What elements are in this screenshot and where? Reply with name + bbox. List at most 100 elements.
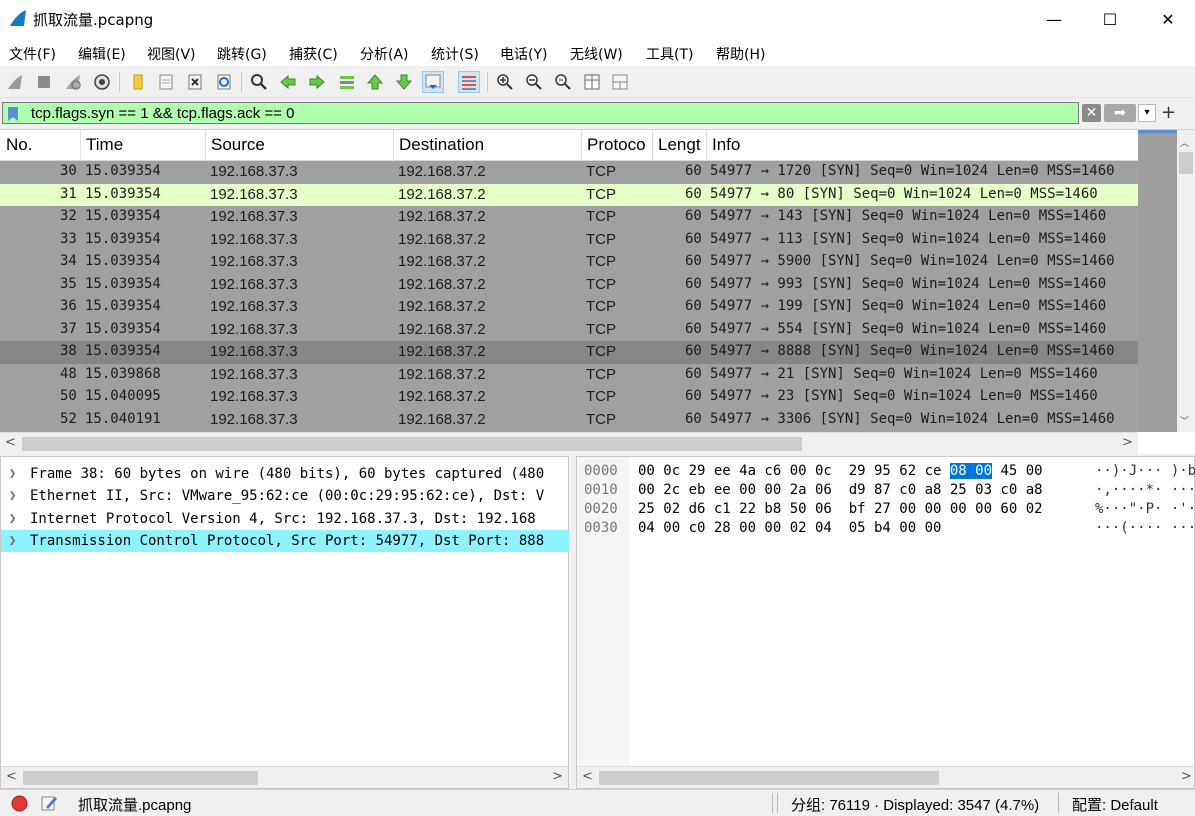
packet-row[interactable]: 34 15.039354 192.168.37.3 192.168.37.2 T… [0, 251, 1138, 274]
packet-row[interactable]: 33 15.039354 192.168.37.3 192.168.37.2 T… [0, 228, 1138, 251]
capture-comment-icon[interactable] [40, 794, 58, 812]
cell-protocol: TCP [586, 298, 616, 315]
bookmark-icon[interactable] [7, 106, 19, 122]
clear-filter-icon[interactable]: ✕ [1082, 104, 1101, 122]
col-header-time[interactable]: Time [86, 135, 123, 155]
menu-edit[interactable]: 编辑(E) [78, 42, 126, 66]
maximize-button[interactable]: ☐ [1087, 0, 1133, 38]
packet-row[interactable]: 35 15.039354 192.168.37.3 192.168.37.2 T… [0, 273, 1138, 296]
scroll-left-icon[interactable]: < [582, 769, 593, 784]
hex-bytes: 00 2c eb ee 00 00 2a 06 d9 87 c0 a8 25 0… [638, 482, 1043, 498]
hex-line[interactable]: 0000 00 0c 29 ee 4a c6 00 0c 29 95 62 ce… [577, 463, 1195, 482]
go-to-packet-icon[interactable] [336, 71, 358, 93]
col-header-no[interactable]: No. [6, 135, 32, 155]
apply-filter-icon[interactable]: ➡ [1104, 104, 1136, 122]
col-header-info[interactable]: Info [712, 135, 740, 155]
expand-arrow-icon[interactable]: ❯ [9, 511, 16, 525]
expand-arrow-icon[interactable]: ❯ [9, 466, 16, 480]
packet-row[interactable]: 50 15.040095 192.168.37.3 192.168.37.2 T… [0, 386, 1138, 409]
expert-info-icon[interactable] [11, 795, 28, 812]
menu-help[interactable]: 帮助(H) [716, 42, 765, 66]
menu-wireless[interactable]: 无线(W) [570, 42, 623, 66]
zoom-in-icon[interactable] [494, 71, 516, 93]
packet-list-header: No. Time Source Destination Protoco Leng… [0, 130, 1138, 161]
packet-minimap[interactable] [1138, 130, 1177, 432]
menu-telephony[interactable]: 电话(Y) [500, 42, 547, 66]
tree-item-ethernet[interactable]: ❯ Ethernet II, Src: VMware_95:62:ce (00:… [1, 485, 570, 507]
scroll-thumb[interactable] [22, 437, 802, 451]
menu-tools[interactable]: 工具(T) [646, 42, 693, 66]
col-header-destination[interactable]: Destination [399, 135, 484, 155]
expand-arrow-icon[interactable]: ❯ [9, 488, 16, 502]
layout-icon[interactable] [609, 71, 631, 93]
normal-size-icon[interactable] [552, 71, 574, 93]
cell-info: 54977 → 5900 [SYN] Seq=0 Win=1024 Len=0 … [710, 253, 1115, 269]
scroll-left-icon[interactable]: < [6, 769, 17, 784]
minimize-button[interactable]: — [1031, 0, 1077, 38]
scroll-down-icon[interactable]: ﹀ [1180, 414, 1189, 427]
auto-scroll-icon[interactable] [422, 71, 444, 93]
menu-go[interactable]: 跳转(G) [217, 42, 267, 66]
menu-capture[interactable]: 捕获(C) [289, 42, 338, 66]
menu-file[interactable]: 文件(F) [9, 42, 56, 66]
save-file-icon[interactable] [155, 71, 177, 93]
filter-history-dropdown-icon[interactable]: ▾ [1138, 104, 1156, 122]
packet-list-vertical-scrollbar[interactable]: ︿ ﹀ [1177, 130, 1195, 432]
restart-capture-icon[interactable] [62, 71, 84, 93]
hex-line[interactable]: 0020 25 02 d6 c1 22 b8 50 06 bf 27 00 00… [577, 501, 1195, 520]
cell-source: 192.168.37.3 [210, 185, 298, 203]
scroll-left-icon[interactable]: < [5, 435, 16, 450]
scroll-right-icon[interactable]: > [1122, 435, 1133, 450]
menu-analyze[interactable]: 分析(A) [360, 42, 409, 66]
go-forward-icon[interactable] [306, 71, 328, 93]
menu-statistics[interactable]: 统计(S) [431, 42, 479, 66]
col-header-source[interactable]: Source [211, 135, 265, 155]
packet-row[interactable]: 36 15.039354 192.168.37.3 192.168.37.2 T… [0, 296, 1138, 319]
packet-row[interactable]: 31 15.039354 192.168.37.3 192.168.37.2 T… [0, 183, 1138, 206]
col-header-length[interactable]: Lengt [658, 135, 701, 155]
bytes-horizontal-scrollbar[interactable]: < > [577, 766, 1194, 788]
open-file-icon[interactable] [126, 71, 148, 93]
details-horizontal-scrollbar[interactable]: < > [1, 766, 568, 788]
add-filter-button-icon[interactable]: + [1161, 102, 1176, 123]
close-button[interactable]: ✕ [1145, 0, 1191, 38]
pane-splitter[interactable] [569, 456, 576, 789]
scroll-thumb[interactable] [1179, 152, 1193, 174]
scroll-right-icon[interactable]: > [1181, 769, 1192, 784]
menu-view[interactable]: 视图(V) [147, 42, 196, 66]
tree-item-ipv4[interactable]: ❯ Internet Protocol Version 4, Src: 192.… [1, 508, 570, 530]
start-capture-icon[interactable] [4, 71, 26, 93]
tree-item-frame[interactable]: ❯ Frame 38: 60 bytes on wire (480 bits),… [1, 463, 570, 485]
scroll-thumb[interactable] [23, 771, 258, 785]
packet-row[interactable]: 48 15.039868 192.168.37.3 192.168.37.2 T… [0, 363, 1138, 386]
capture-options-icon[interactable] [91, 71, 113, 93]
packet-list-horizontal-scrollbar[interactable]: < > [0, 432, 1138, 454]
scroll-thumb[interactable] [599, 771, 939, 785]
reload-file-icon[interactable] [213, 71, 235, 93]
packet-row[interactable]: 37 15.039354 192.168.37.3 192.168.37.2 T… [0, 318, 1138, 341]
packet-row[interactable]: 52 15.040191 192.168.37.3 192.168.37.2 T… [0, 408, 1138, 431]
last-packet-icon[interactable] [393, 71, 415, 93]
colorize-icon[interactable] [458, 71, 480, 93]
hex-line[interactable]: 0010 00 2c eb ee 00 00 2a 06 d9 87 c0 a8… [577, 482, 1195, 501]
display-filter-input[interactable]: tcp.flags.syn == 1 && tcp.flags.ack == 0 [2, 102, 1079, 124]
close-file-icon[interactable] [184, 71, 206, 93]
hex-line[interactable]: 0030 04 00 c0 28 00 00 02 04 05 b4 00 00… [577, 520, 1195, 539]
packet-row[interactable]: 30 15.039354 192.168.37.3 192.168.37.2 T… [0, 161, 1138, 184]
scroll-right-icon[interactable]: > [552, 769, 563, 784]
scroll-up-icon[interactable]: ︿ [1180, 136, 1189, 149]
expand-arrow-icon[interactable]: ❯ [9, 533, 16, 547]
stop-capture-icon[interactable] [33, 71, 55, 93]
cell-time: 15.039354 [85, 343, 161, 359]
resize-columns-icon[interactable] [581, 71, 603, 93]
tree-item-label: Internet Protocol Version 4, Src: 192.16… [30, 511, 536, 527]
packet-row[interactable]: 32 15.039354 192.168.37.3 192.168.37.2 T… [0, 206, 1138, 229]
packet-row[interactable]: 38 15.039354 192.168.37.3 192.168.37.2 T… [0, 341, 1138, 364]
status-profile[interactable]: 配置: Default [1072, 794, 1158, 815]
go-back-icon[interactable] [277, 71, 299, 93]
tree-item-tcp[interactable]: ❯ Transmission Control Protocol, Src Por… [1, 530, 570, 552]
col-header-protocol[interactable]: Protoco [587, 135, 646, 155]
zoom-out-icon[interactable] [523, 71, 545, 93]
find-packet-icon[interactable] [248, 71, 270, 93]
first-packet-icon[interactable] [364, 71, 386, 93]
